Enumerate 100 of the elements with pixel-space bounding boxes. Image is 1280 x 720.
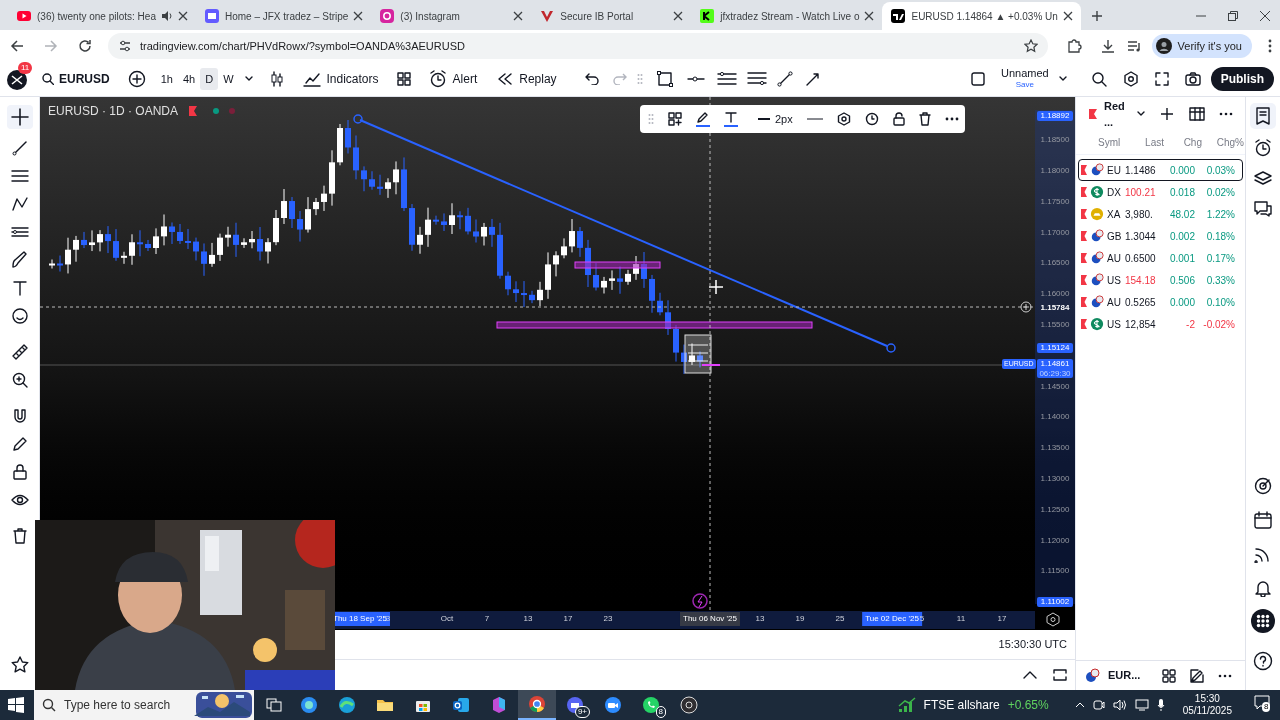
browser-tab[interactable]: jfxtradez Stream - Watch Live o <box>691 2 883 30</box>
search-input[interactable]: Type here to search <box>64 696 189 714</box>
price-label: 1.17000 <box>1039 227 1071 238</box>
layout-name-button[interactable]: Unnamed Save <box>1000 68 1049 90</box>
column-header[interactable]: Chg <box>1164 135 1202 150</box>
browser-tab[interactable]: Secure IB Portal <box>531 2 692 30</box>
taskbar-search-field[interactable]: Type here to search <box>34 690 194 720</box>
price-label: 1.18000 <box>1039 166 1071 176</box>
ticker-change: +0.65% <box>1007 697 1049 714</box>
price-cell-text: 100.21 <box>1125 185 1157 200</box>
price-label: 1.11002 <box>1037 597 1073 608</box>
symbol-search-button[interactable]: EURUSD <box>38 70 114 88</box>
price-cell-text: 0.6500 <box>1125 251 1157 266</box>
symbol-cell-text: XA <box>1107 207 1122 222</box>
taskbar-button[interactable]: 9+ <box>556 690 594 720</box>
symbol-cell-text: DX <box>1107 185 1122 200</box>
line-width-button[interactable]: 2px <box>758 110 793 128</box>
taskbar-button[interactable]: 8 <box>632 690 670 720</box>
watchlist-row[interactable]: XA 3,980. 48.02 1.22% <box>1078 203 1243 225</box>
price-label: 1.18892 <box>1037 111 1073 122</box>
alert-button[interactable]: Alert <box>428 70 478 88</box>
change-percent-cell-text: 0.03% <box>1205 163 1235 178</box>
notification-badge: 8 <box>1262 702 1271 712</box>
symbol-details-title[interactable]: EUR... <box>1108 667 1141 684</box>
symbol-cell-text: EU <box>1107 163 1122 178</box>
change-cell-text: 0.000 <box>1168 295 1195 310</box>
symbol-cell-text: AU <box>1107 295 1122 310</box>
change-cell-text: 0.506 <box>1168 273 1195 288</box>
watchlist-row[interactable]: DX 100.21 0.018 0.02% <box>1078 181 1243 203</box>
chart-legend: EURUSD · 1D · OANDA <box>48 102 178 120</box>
address-field[interactable]: tradingview.com/chart/PHVdRowx/?symbol=OANDA%3AEURUSD <box>108 33 1048 59</box>
price-label: 1.16000 <box>1039 289 1071 300</box>
change-percent-cell-text: 1.22% <box>1205 207 1235 222</box>
price-label: 1.11500 <box>1039 566 1071 577</box>
time-label: 17 <box>563 613 573 625</box>
interval-button[interactable]: 4h <box>177 68 201 90</box>
current-price-tag: 1.14861 06:29:30 <box>1037 359 1073 379</box>
browser-tab[interactable]: EURUSD 1.14864 ▲ +0.03% Un <box>882 2 1081 30</box>
price-label: 1.15124 <box>1037 343 1073 354</box>
notification-badge: 11 <box>18 62 33 74</box>
time-label: 5 <box>919 613 925 625</box>
price-label: 1.12000 <box>1039 535 1071 546</box>
browser-tab[interactable]: (3) Instagram <box>371 2 532 30</box>
price-cell-text: 0.5265 <box>1125 295 1157 310</box>
price-label: 1.12500 <box>1039 504 1071 515</box>
watchlist-row[interactable]: GB 1.3044 0.002 0.18% <box>1078 225 1243 247</box>
symbol-cell-text: US <box>1107 273 1122 288</box>
watchlist-row[interactable]: EU 1.1486 0.000 0.03% <box>1078 159 1243 181</box>
price-label: 1.14500 <box>1039 381 1071 392</box>
interval-button[interactable]: D <box>200 68 219 90</box>
price-cell-text: 12,854 <box>1125 317 1157 332</box>
column-header[interactable]: Chg% <box>1202 135 1244 150</box>
change-cell-text: 0.002 <box>1168 229 1195 244</box>
column-header[interactable]: Last <box>1126 135 1164 150</box>
change-percent-cell-text: 0.02% <box>1205 185 1235 200</box>
change-percent-cell-text: 0.17% <box>1205 251 1235 266</box>
time-label: 13 <box>755 613 765 625</box>
time-label: 23 <box>603 613 613 625</box>
app-badge: 8 <box>655 706 666 718</box>
price-cell-text: 154.18 <box>1125 273 1157 288</box>
indicators-button[interactable]: Indicators <box>302 70 379 88</box>
time-label: 17 <box>997 613 1007 625</box>
time-label: 13 <box>523 613 533 625</box>
watchlist-row[interactable]: US 12,854 -2 -0.02% <box>1078 313 1243 335</box>
change-cell-text: 0.000 <box>1168 163 1195 178</box>
symbol-cell-text: US <box>1107 317 1122 332</box>
replay-button[interactable]: Replay <box>497 70 557 88</box>
time-label: 11 <box>956 613 966 625</box>
time-label: 19 <box>795 613 805 625</box>
symbol-cell-text: AU <box>1107 251 1122 266</box>
watchlist-row[interactable]: AU 0.6500 0.001 0.17% <box>1078 247 1243 269</box>
change-percent-cell-text: 0.18% <box>1205 229 1235 244</box>
watchlist-title[interactable]: Red ... <box>1104 97 1131 131</box>
clock-time[interactable]: 15:30 <box>1194 693 1220 705</box>
change-percent-cell-text: 0.10% <box>1205 295 1235 310</box>
clock-text: 15:30:30 UTC <box>998 637 1067 653</box>
interval-button[interactable]: 1h <box>155 68 178 90</box>
price-cell-text: 3,980. <box>1125 207 1154 222</box>
browser-tab[interactable]: Home – JFX tradez – Stripe <box>195 2 372 30</box>
price-label: 1.17500 <box>1039 196 1071 207</box>
time-label: Thu 06 Nov '25 <box>680 612 740 626</box>
change-cell-text: 48.02 <box>1168 207 1195 222</box>
change-percent-cell-text: -0.02% <box>1202 317 1235 332</box>
watchlist-row[interactable]: AU 0.5265 0.000 0.10% <box>1078 291 1243 313</box>
column-header[interactable]: Syml <box>1082 135 1126 150</box>
price-label: 1.15500 <box>1039 320 1071 330</box>
browser-tab[interactable]: (36) twenty one pilots: Hea <box>8 2 196 30</box>
change-cell-text: 0.018 <box>1168 185 1195 200</box>
price-cell-text: 1.1486 <box>1125 163 1157 178</box>
time-label: 25 <box>835 613 845 625</box>
profile-button[interactable]: Verify it's you <box>1151 34 1252 58</box>
clock-date[interactable]: 05/11/2025 <box>1182 705 1232 717</box>
interval-button[interactable]: W <box>218 68 239 90</box>
publish-button[interactable]: Publish <box>1210 67 1274 91</box>
ticker-name[interactable]: FTSE allshare <box>923 696 1000 714</box>
price-label: 1.13000 <box>1039 474 1071 484</box>
watchlist-row[interactable]: US 154.18 0.506 0.33% <box>1078 269 1243 291</box>
change-cell-text: -2 <box>1185 317 1195 332</box>
change-percent-cell-text: 0.33% <box>1205 273 1235 288</box>
price-label: 1.18500 <box>1039 135 1071 146</box>
